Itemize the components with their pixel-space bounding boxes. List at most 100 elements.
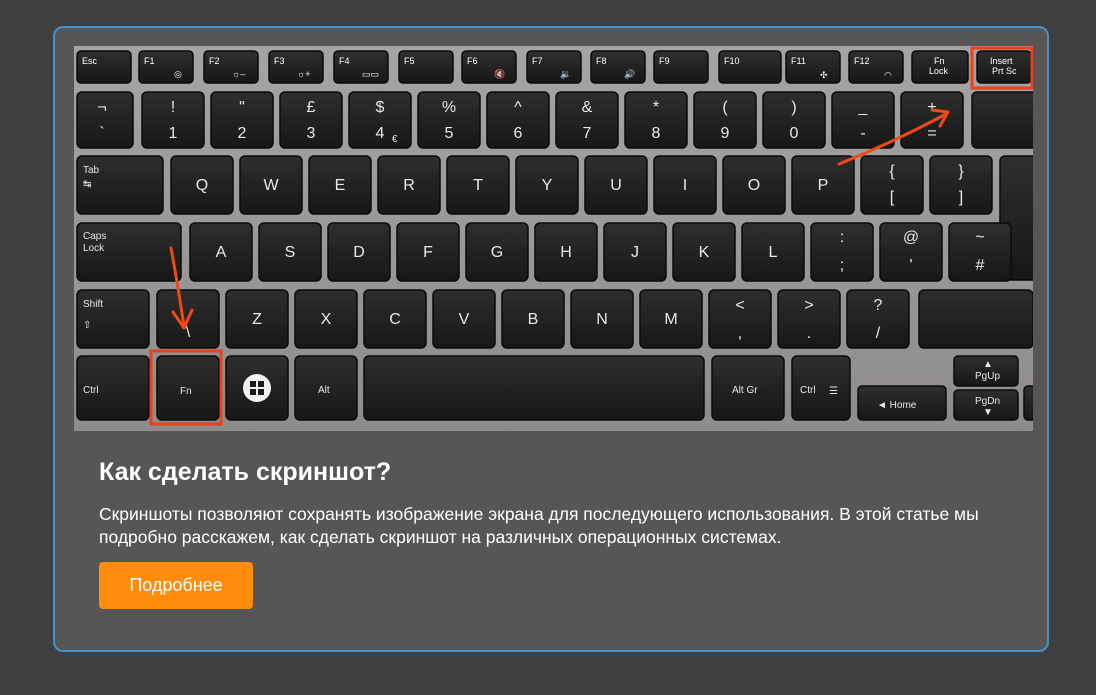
key-pgup: ▲PgUp <box>953 355 1019 387</box>
key-home-label: ◄ Home <box>877 400 917 411</box>
camera-icon: ◎ <box>174 69 182 79</box>
key-esc: Esc <box>76 50 132 84</box>
key-fn-lock-label: Fn <box>934 56 945 66</box>
key-backtick-bottom: ` <box>99 125 104 142</box>
key-g-label: G <box>491 244 503 261</box>
key-insert-label: Insert <box>990 56 1013 66</box>
key-9-bottom: 9 <box>721 125 730 142</box>
key-altgr-label: Alt Gr <box>732 385 758 396</box>
key-4-top: $ <box>376 99 385 116</box>
key-brace-open: {[ <box>860 155 924 215</box>
key-colon: :; <box>810 222 874 282</box>
key-2-bottom: 2 <box>238 125 247 142</box>
key-w-label: W <box>263 177 279 194</box>
key-f6: F6 🔇 <box>461 50 517 84</box>
key-o-label: O <box>748 177 760 194</box>
keyboard-illustration: Esc F1◎ F2☼– F3☼+ F4▭▭ F5 F6🔇 F7🔉 F8🔊 F9… <box>76 46 1033 426</box>
key-j-label: J <box>631 244 639 261</box>
key-k-label: K <box>699 244 710 261</box>
key-q-label: Q <box>196 177 208 194</box>
key-at: @' <box>879 222 943 282</box>
key-h-label: H <box>560 244 572 261</box>
key-f-label: F <box>423 244 433 261</box>
key-slash: ?/ <box>846 289 910 349</box>
key-f11: F11 ✣ <box>785 50 841 84</box>
key-8-bottom: 8 <box>652 125 661 142</box>
key-fn-lock-sub: Lock <box>929 66 949 76</box>
shift-row: Shift⇧ \ Z X C V B N M <, >. ?/ <box>76 289 1033 349</box>
key-f5: F5 <box>398 50 454 84</box>
key-esc-label: Esc <box>82 56 98 66</box>
euro-symbol: € <box>392 134 398 145</box>
key-n-label: N <box>596 311 608 328</box>
key-2-top: " <box>239 99 245 116</box>
key-tab-label: Tab <box>83 165 100 176</box>
article-description: Скриншоты позволяют сохранять изображени… <box>99 504 979 547</box>
volume-up-icon: 🔊 <box>624 68 635 80</box>
key-hash: ~# <box>948 222 1012 282</box>
key-brace-open-top: { <box>889 163 895 180</box>
key-v-label: V <box>459 311 470 328</box>
key-hash-bottom: # <box>976 257 985 274</box>
key-5: %5 <box>417 91 481 149</box>
key-7-bottom: 7 <box>583 125 592 142</box>
key-caps-label: Caps <box>83 231 106 242</box>
key-a-label: A <box>216 244 227 261</box>
key-at-bottom: ' <box>909 257 912 274</box>
key-4-bottom: 4 <box>376 125 385 142</box>
key-insert-prtsc: InsertPrt Sc <box>976 50 1032 84</box>
key-f9: F9 <box>653 50 709 84</box>
key-w: W <box>239 155 303 215</box>
key-g: G <box>465 222 529 282</box>
key-p: P <box>791 155 855 215</box>
key-i-label: I <box>683 177 687 194</box>
key-f6-label: F6 <box>467 56 478 66</box>
article-title: Как сделать скриншот? <box>99 458 392 486</box>
key-u-label: U <box>610 177 622 194</box>
mute-icon: 🔇 <box>494 68 505 79</box>
arrow-down-icon: ▼ <box>983 407 993 418</box>
key-z-label: Z <box>252 311 262 328</box>
key-x-label: X <box>321 311 332 328</box>
key-l: L <box>741 222 805 282</box>
key-6-top: ^ <box>514 99 522 116</box>
key-e: E <box>308 155 372 215</box>
key-caps-lock: CapsLock <box>76 222 182 282</box>
key-2: "2 <box>210 91 274 149</box>
key-ctrl-right: Ctrl ☰ <box>791 355 851 421</box>
key-0-top: ) <box>791 99 796 116</box>
read-more-button[interactable]: Подробнее <box>99 562 253 609</box>
key-period-top: > <box>804 297 813 314</box>
key-3-top: £ <box>307 99 316 116</box>
key-1-bottom: 1 <box>169 125 178 142</box>
key-comma-bottom: , <box>738 325 742 342</box>
key-r-label: R <box>403 177 415 194</box>
fn-row: Esc F1 ◎ F2 ☼– F3 ☼+ F4 ▭▭ F5 F6 🔇 F7 🔉 F8 🔊 F9… <box>76 50 1032 84</box>
key-n: N <box>570 289 634 349</box>
key-5-bottom: 5 <box>445 125 454 142</box>
key-slash-bottom: / <box>876 325 881 342</box>
key-hash-top: ~ <box>975 229 984 246</box>
key-s-label: S <box>285 244 296 261</box>
key-m: M <box>639 289 703 349</box>
key-l-label: L <box>769 244 778 261</box>
key-pgup-label: PgUp <box>975 371 1000 382</box>
fan-icon: ✣ <box>820 70 828 80</box>
key-9-top: ( <box>722 99 728 116</box>
key-v: V <box>432 289 496 349</box>
key-f4: F4 ▭▭ <box>333 50 389 84</box>
key-pgdn: PgDn▼ <box>953 389 1019 421</box>
key-a: A <box>189 222 253 282</box>
key-m-label: M <box>664 311 677 328</box>
key-t: T <box>446 155 510 215</box>
menu-icon: ☰ <box>829 386 838 397</box>
key-f2: F2 ☼– <box>203 50 259 84</box>
key-home: ◄ Home <box>857 385 947 421</box>
key-1: !1 <box>141 91 205 149</box>
key-f10: F10 <box>718 50 782 84</box>
key-e-label: E <box>335 177 346 194</box>
key-colon-top: : <box>840 229 844 246</box>
key-period: >. <box>777 289 841 349</box>
key-d-label: D <box>353 244 365 261</box>
keyboard-photo: Esc F1 ◎ F2 ☼– F3 ☼+ F4 ▭▭ F5 F6 🔇 F7 🔉 F8 🔊 F9… <box>74 46 1033 431</box>
